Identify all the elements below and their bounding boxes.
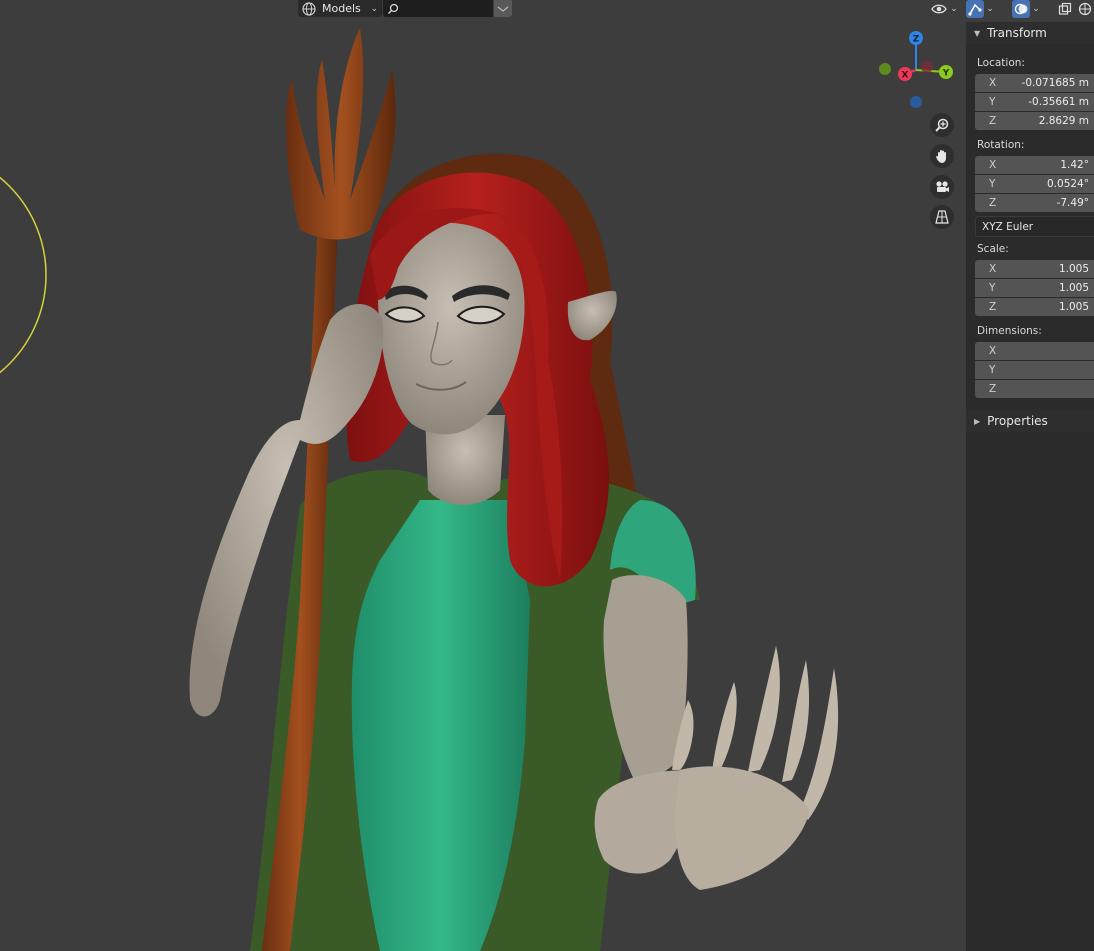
perspective-grid-icon bbox=[935, 210, 949, 224]
field-value: -7.49° bbox=[1056, 197, 1089, 209]
location-x-field[interactable]: X -0.071685 m bbox=[975, 74, 1094, 92]
pan-hand-icon bbox=[936, 150, 946, 163]
collapse-triangle-icon: ▼ bbox=[974, 28, 981, 38]
chevron-down-icon[interactable]: ⌄ bbox=[1030, 4, 1042, 14]
zoom-button[interactable] bbox=[930, 113, 954, 137]
axis-label: Y bbox=[989, 178, 996, 190]
solid-shading-icon[interactable] bbox=[1076, 0, 1094, 18]
sidebar-n-panel: ▼ Transform Location: X -0.071685 m Y -0… bbox=[966, 22, 1094, 951]
gizmo-icon[interactable] bbox=[966, 0, 984, 18]
location-label: Location: bbox=[977, 57, 1025, 69]
dimensions-label: Dimensions: bbox=[977, 325, 1042, 337]
overlay-group: ⌄ bbox=[1012, 0, 1042, 18]
zoom-icon bbox=[935, 118, 949, 132]
axis-label: X bbox=[989, 345, 997, 357]
rotation-y-field[interactable]: Y 0.0524° bbox=[975, 175, 1094, 193]
axis-label: Z bbox=[989, 383, 997, 395]
properties-title: Properties bbox=[987, 414, 1048, 428]
collection-label: Models bbox=[322, 2, 361, 15]
rotation-mode-dropdown[interactable]: XYZ Euler bbox=[975, 216, 1094, 237]
field-value: 1.005 bbox=[1058, 263, 1089, 275]
overlay-icon[interactable] bbox=[1012, 0, 1030, 18]
y-axis-label: Y bbox=[942, 69, 950, 79]
chevron-down-icon[interactable]: ⌄ bbox=[984, 4, 996, 14]
gizmo-toggle-group: ⌄ bbox=[966, 0, 996, 18]
location-z-field[interactable]: Z 2.8629 m bbox=[975, 112, 1094, 130]
shading-group bbox=[1076, 0, 1094, 18]
sculpt-model bbox=[0, 28, 839, 951]
selection-circle bbox=[0, 176, 47, 374]
z-axis-label: Z bbox=[913, 35, 920, 45]
axis-label: Z bbox=[989, 301, 997, 313]
field-value: 1.42° bbox=[1060, 159, 1089, 171]
field-value: 2.8629 m bbox=[1038, 115, 1089, 127]
axis-label: Z bbox=[989, 115, 997, 127]
axis-label: Y bbox=[989, 96, 996, 108]
scale-label: Scale: bbox=[977, 243, 1009, 255]
perspective-toggle-button[interactable] bbox=[930, 205, 954, 229]
axis-label: Z bbox=[989, 197, 997, 209]
axis-label: X bbox=[989, 159, 997, 171]
pan-button[interactable] bbox=[930, 144, 954, 168]
rotation-label: Rotation: bbox=[977, 139, 1025, 151]
rotation-mode-value: XYZ Euler bbox=[982, 220, 1034, 233]
navigation-gizmo[interactable]: Z X Y bbox=[876, 28, 956, 110]
collection-selector[interactable]: Models ⌄ bbox=[298, 0, 382, 17]
dimensions-z-field[interactable]: Z bbox=[975, 380, 1094, 398]
visibility-group: ⌄ bbox=[930, 0, 960, 18]
transform-title: Transform bbox=[987, 26, 1047, 40]
chevron-down-icon bbox=[497, 6, 509, 12]
transform-panel-header[interactable]: ▼ Transform bbox=[966, 22, 1094, 44]
field-value: -0.071685 m bbox=[1021, 77, 1089, 89]
field-value: 1.005 bbox=[1058, 282, 1089, 294]
globe-icon bbox=[302, 1, 316, 16]
field-value: -0.35661 m bbox=[1028, 96, 1089, 108]
camera-view-button[interactable] bbox=[930, 175, 954, 199]
search-icon bbox=[388, 3, 399, 14]
field-value: 1.005 bbox=[1058, 301, 1089, 313]
location-y-field[interactable]: Y -0.35661 m bbox=[975, 93, 1094, 111]
chevron-down-icon[interactable]: ⌄ bbox=[948, 4, 960, 14]
x-axis-label: X bbox=[902, 71, 909, 81]
xray-group bbox=[1056, 0, 1074, 18]
neg-z-handle[interactable] bbox=[910, 96, 922, 108]
camera-icon bbox=[936, 181, 949, 192]
neg-x-handle[interactable] bbox=[921, 61, 933, 73]
eye-icon[interactable] bbox=[930, 0, 948, 18]
chevron-down-icon: ⌄ bbox=[370, 3, 378, 14]
scale-z-field[interactable]: Z 1.005 bbox=[975, 298, 1094, 316]
3d-viewport[interactable]: Models ⌄ ⌄ ⌄ ⌄ Z X Y ▼ Transform Locatio… bbox=[0, 0, 1094, 951]
scale-y-field[interactable]: Y 1.005 bbox=[975, 279, 1094, 297]
axis-label: Y bbox=[989, 364, 996, 376]
field-value: 0.0524° bbox=[1047, 178, 1089, 190]
xray-icon[interactable] bbox=[1056, 0, 1074, 18]
rotation-z-field[interactable]: Z -7.49° bbox=[975, 194, 1094, 212]
axis-label: X bbox=[989, 77, 997, 89]
search-input[interactable] bbox=[383, 0, 493, 17]
rotation-x-field[interactable]: X 1.42° bbox=[975, 156, 1094, 174]
axis-label: Y bbox=[989, 282, 996, 294]
search-clear-button[interactable] bbox=[494, 0, 512, 17]
expand-triangle-icon: ▶ bbox=[974, 416, 981, 426]
scale-x-field[interactable]: X 1.005 bbox=[975, 260, 1094, 278]
properties-panel-header[interactable]: ▶ Properties bbox=[966, 410, 1094, 432]
neg-y-handle[interactable] bbox=[879, 63, 891, 75]
dimensions-y-field[interactable]: Y bbox=[975, 361, 1094, 379]
dimensions-x-field[interactable]: X bbox=[975, 342, 1094, 360]
axis-label: X bbox=[989, 263, 997, 275]
